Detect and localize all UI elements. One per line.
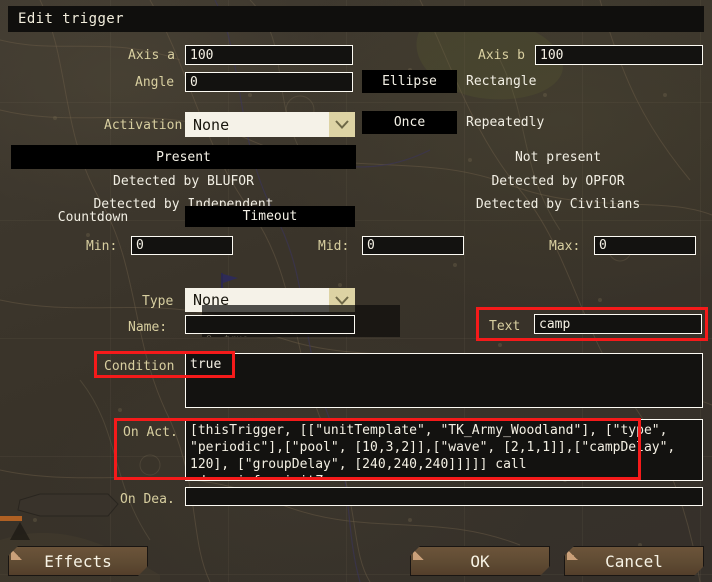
condition-label: Condition (104, 359, 175, 374)
ok-button-label: OK (470, 551, 490, 571)
timeout-tab[interactable]: Timeout (185, 206, 355, 227)
min-input[interactable]: 0 (131, 236, 233, 255)
presence-not-present-tab[interactable]: Not present (468, 145, 648, 169)
countdown-tab[interactable]: Countdown (28, 207, 158, 227)
cancel-button[interactable]: Cancel (564, 546, 704, 576)
window-title: Edit trigger (18, 11, 124, 27)
on-act-input[interactable]: [thisTrigger, [["unitTemplate", "TK_Army… (185, 419, 703, 481)
mid-label: Mid: (318, 239, 350, 254)
on-act-label: On Act. (123, 425, 178, 440)
axis-a-input[interactable]: 100 (185, 45, 353, 65)
angle-label: Angle (135, 75, 175, 90)
name-input[interactable] (185, 315, 355, 334)
presence-detected-opfor-tab[interactable]: Detected by OPFOR (468, 171, 648, 191)
name-label: Name: (128, 320, 168, 335)
type-label: Type (142, 294, 174, 309)
presence-detected-civilians-tab[interactable]: Detected by Civilians (468, 194, 648, 214)
effects-button[interactable]: Effects (8, 546, 148, 576)
angle-input[interactable]: 0 (185, 72, 353, 92)
on-dea-input[interactable] (185, 487, 703, 506)
min-label: Min: (86, 239, 118, 254)
max-input[interactable]: 0 (594, 236, 696, 255)
activation-combo-value: None (193, 115, 230, 134)
ok-button[interactable]: OK (410, 546, 550, 576)
shape-rectangle-tab[interactable]: Rectangle (466, 70, 576, 93)
chevron-down-icon[interactable] (329, 112, 355, 137)
activation-repeatedly-tab[interactable]: Repeatedly (466, 111, 586, 134)
axis-b-input[interactable]: 100 (535, 45, 703, 65)
axis-a-label: Axis a (128, 48, 175, 63)
cancel-button-label: Cancel (605, 551, 663, 571)
on-dea-label: On Dea. (120, 492, 175, 507)
max-label: Max: (549, 239, 581, 254)
text-label: Text (489, 319, 521, 334)
activation-combo[interactable]: None (185, 112, 355, 137)
shape-ellipse-tab[interactable]: Ellipse (362, 70, 457, 93)
presence-present-tab[interactable]: Present (11, 145, 356, 169)
mid-input[interactable]: 0 (362, 236, 464, 255)
axis-b-label: Axis b (478, 48, 525, 63)
text-input[interactable]: camp (534, 314, 702, 334)
activation-label: Activation (104, 118, 183, 133)
activation-once-tab[interactable]: Once (362, 111, 457, 134)
effects-button-label: Effects (44, 551, 112, 571)
presence-detected-blufor-tab[interactable]: Detected by BLUFOR (11, 171, 356, 191)
window-title-bar: Edit trigger (8, 6, 704, 32)
condition-input[interactable]: true (185, 353, 703, 408)
